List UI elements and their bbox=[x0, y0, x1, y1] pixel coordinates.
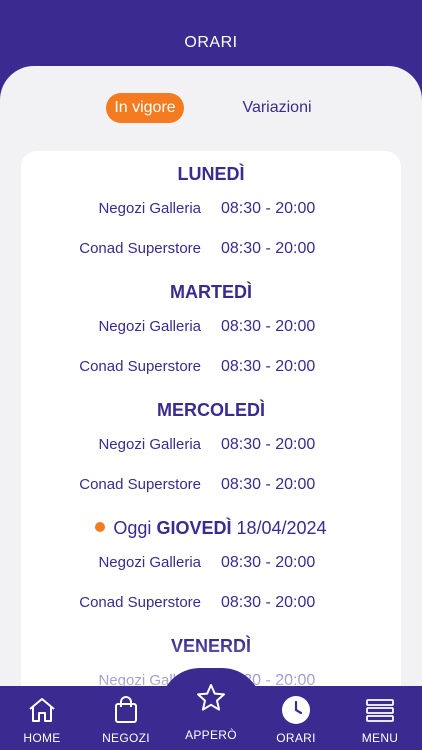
tab-label: MENU bbox=[361, 731, 399, 745]
tab-label: ORARI bbox=[276, 731, 316, 745]
store-name: Conad Superstore bbox=[79, 594, 201, 611]
store-name: Negozi Galleria bbox=[98, 436, 201, 453]
home-icon bbox=[29, 698, 55, 722]
store-name: Negozi Galleria bbox=[98, 318, 201, 335]
store-name: Conad Superstore bbox=[79, 476, 201, 493]
schedule-row: Negozi Galleria 08:30 - 20:00 bbox=[21, 436, 401, 456]
opening-hours: 08:30 - 20:00 bbox=[221, 594, 316, 611]
day-heading-wednesday: MERCOLEDÌ bbox=[157, 400, 265, 420]
opening-hours: 08:30 - 20:00 bbox=[221, 200, 316, 217]
schedule-row: Negozi Galleria 08:30 - 20:00 bbox=[21, 200, 401, 220]
tab-orari[interactable]: ORARI bbox=[254, 686, 338, 750]
opening-hours: 08:30 - 20:00 bbox=[221, 476, 316, 493]
tab-home[interactable]: HOME bbox=[0, 686, 84, 750]
today-indicator-dot bbox=[95, 522, 106, 532]
today-date: 18/04/2024 bbox=[236, 518, 327, 538]
schedule-row: Conad Superstore 08:30 - 20:00 bbox=[21, 594, 401, 614]
store-name: Conad Superstore bbox=[79, 358, 201, 375]
day-heading-tuesday: MARTEDÌ bbox=[170, 282, 252, 302]
day-heading-friday: VENERDÌ bbox=[170, 636, 251, 656]
page-title: ORARI bbox=[184, 34, 238, 51]
opening-hours: 08:30 - 20:00 bbox=[221, 240, 316, 257]
tab-label: HOME bbox=[23, 731, 61, 745]
tab-label: NEGOZI bbox=[102, 731, 150, 745]
schedule-row: Negozi Galleria 08:30 - 20:00 bbox=[21, 318, 401, 338]
schedule-row: Conad Superstore 08:30 - 20:00 bbox=[21, 476, 401, 496]
tab-negozi[interactable]: NEGOZI bbox=[84, 686, 168, 750]
shopping-bag-icon bbox=[115, 696, 137, 723]
star-icon bbox=[197, 684, 225, 711]
store-name: Negozi Galleria bbox=[98, 200, 201, 217]
opening-hours: 08:30 - 20:00 bbox=[221, 436, 316, 453]
opening-hours: 08:30 - 20:00 bbox=[221, 318, 316, 335]
menu-icon bbox=[366, 699, 394, 722]
schedule-row: Conad Superstore 08:30 - 20:00 bbox=[21, 358, 401, 378]
schedule-row: Negozi Galleria 08:30 - 20:00 bbox=[21, 554, 401, 574]
tab-label: APPERÒ bbox=[185, 728, 237, 742]
opening-hours: 08:30 - 20:00 bbox=[221, 358, 316, 375]
today-day-name: GIOVEDÌ bbox=[156, 518, 232, 538]
schedule-card[interactable]: LUNEDÌ Negozi Galleria 08:30 - 20:00 Con… bbox=[21, 151, 401, 711]
store-name: Negozi Galleria bbox=[98, 554, 201, 571]
store-name: Conad Superstore bbox=[79, 240, 201, 257]
day-heading-monday: LUNEDÌ bbox=[177, 164, 245, 184]
clock-icon bbox=[282, 696, 310, 724]
today-prefix: Oggi bbox=[113, 518, 152, 538]
segment-in-vigore[interactable]: In vigore bbox=[106, 93, 184, 123]
opening-hours: 08:30 - 20:00 bbox=[221, 554, 316, 571]
tab-menu[interactable]: MENU bbox=[338, 686, 422, 750]
day-heading-today: Oggi GIOVEDÌ 18/04/2024 bbox=[21, 518, 401, 539]
schedule-row: Conad Superstore 08:30 - 20:00 bbox=[21, 240, 401, 260]
tab-appero[interactable]: APPERÒ bbox=[169, 684, 253, 750]
segment-variazioni[interactable]: Variazioni bbox=[230, 93, 324, 123]
